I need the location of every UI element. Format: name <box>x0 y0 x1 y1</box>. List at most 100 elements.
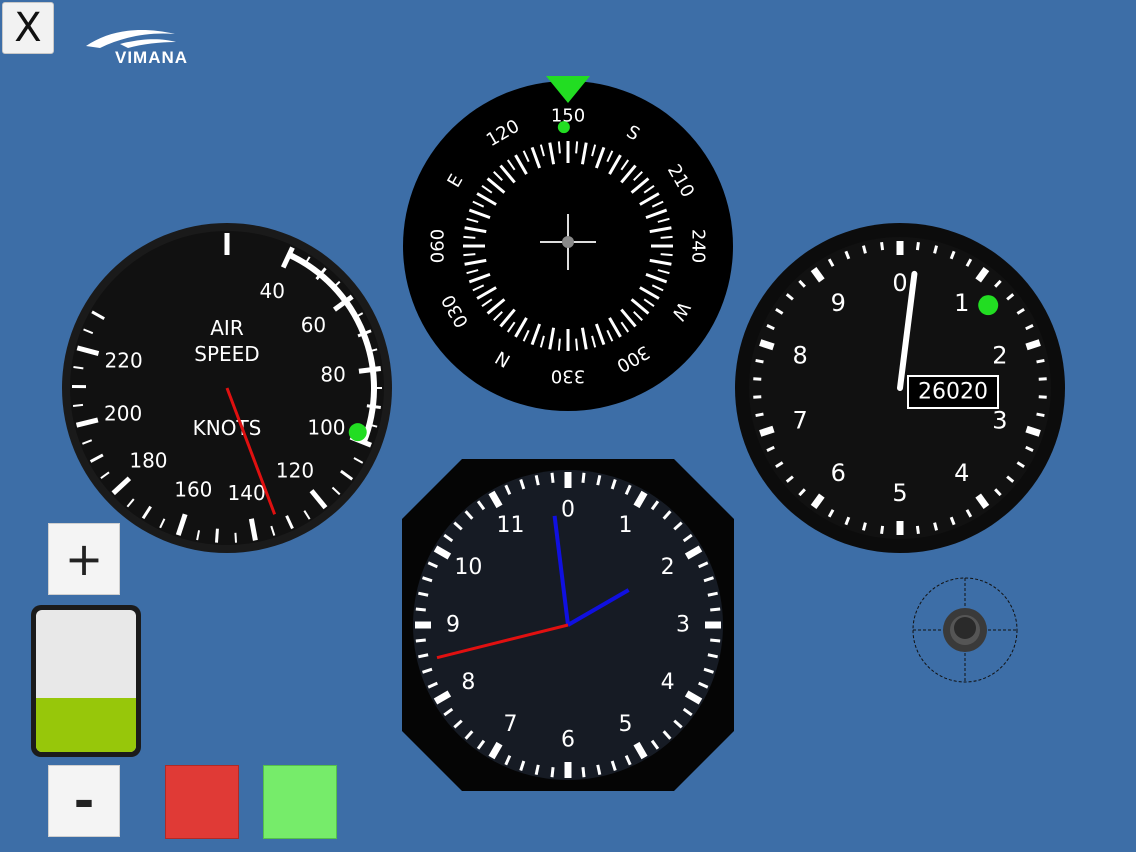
altimeter-label: 2 <box>992 342 1007 370</box>
heading-tick <box>660 253 673 257</box>
clock-tick <box>581 767 586 778</box>
airspeed-label: 60 <box>301 313 326 337</box>
altimeter-label: 9 <box>831 289 846 317</box>
clock-tick <box>418 591 429 597</box>
clock-tick <box>707 653 718 659</box>
altimeter-tick <box>915 525 920 535</box>
altimeter-readout: 26020 <box>918 380 988 405</box>
altimeter-tick <box>759 339 775 351</box>
throttle-track <box>36 610 136 752</box>
altimeter-label: 6 <box>831 459 846 487</box>
altimeter-gauge: 0 12 34 5 67 89 26020 <box>735 223 1065 553</box>
airspeed-label: 200 <box>104 402 142 426</box>
clock-tick <box>534 764 540 775</box>
clock-tick <box>550 472 555 483</box>
heading-tick <box>575 338 579 351</box>
heading-tick <box>463 253 476 257</box>
altimeter-label: 7 <box>792 406 807 434</box>
altimeter-label: 3 <box>992 406 1007 434</box>
airspeed-tick <box>358 366 382 374</box>
plus-icon: + <box>64 532 104 586</box>
heading-tick <box>557 338 561 351</box>
clock-label: 10 <box>454 555 482 580</box>
altimeter-tick <box>861 522 867 531</box>
clock-tick <box>710 607 721 612</box>
airspeed-tick <box>234 532 238 543</box>
clock-label: 6 <box>561 728 575 753</box>
red-button[interactable] <box>165 765 239 839</box>
airspeed-title-line2: SPEED <box>194 342 259 366</box>
altimeter-tick <box>933 522 939 531</box>
heading-tick <box>660 235 673 239</box>
heading-bug-dot <box>557 121 570 134</box>
clock-tick <box>418 653 429 659</box>
altimeter-tick <box>1036 412 1045 418</box>
altimeter-indicator-dot <box>978 295 999 316</box>
throttle-level <box>36 698 136 752</box>
heading-center <box>562 236 574 248</box>
airspeed-gauge: 40 60 80 100 120 140 160 180 200 220 AIRSPEED KNOTS <box>62 223 392 553</box>
altimeter-tick <box>861 245 867 254</box>
heading-indicator: 150S210240W300330N030060E120 <box>403 76 733 411</box>
altimeter-label: 8 <box>792 342 807 370</box>
heading-tick <box>575 141 579 154</box>
airspeed-label: 80 <box>320 363 345 387</box>
altimeter-label: 5 <box>892 479 907 507</box>
airspeed-unit: KNOTS <box>193 416 262 440</box>
airspeed-label: 40 <box>259 279 284 303</box>
airspeed-label: 120 <box>276 459 314 483</box>
joystick-icon[interactable] <box>910 575 1020 685</box>
clock-tick <box>596 475 602 486</box>
clock-label: 1 <box>619 513 633 538</box>
throttle-slider[interactable] <box>31 605 141 757</box>
altimeter-tick <box>1036 358 1045 364</box>
increase-throttle-button[interactable]: + <box>48 523 120 595</box>
altimeter-label: 4 <box>954 459 969 487</box>
clock-label: 3 <box>676 613 690 638</box>
clock-tick <box>707 591 718 597</box>
airspeed-tick <box>214 528 219 543</box>
altimeter-tick <box>880 525 885 535</box>
altimeter-tick <box>755 412 764 418</box>
airspeed-label: 180 <box>129 449 167 473</box>
green-button[interactable] <box>263 765 337 839</box>
clock-label: 4 <box>661 670 675 695</box>
airspeed-label: 160 <box>174 478 212 502</box>
altimeter-tick <box>1025 425 1041 437</box>
heading-tick <box>463 235 476 239</box>
altimeter-tick <box>1038 377 1047 381</box>
clock-tick <box>415 638 426 643</box>
clock-tick <box>415 607 426 612</box>
airspeed-tick <box>72 403 84 407</box>
clock-label: 8 <box>461 670 475 695</box>
clock-tick <box>710 638 721 643</box>
altimeter-tick <box>753 395 762 399</box>
altimeter-tick <box>880 241 885 251</box>
altimeter-label: 0 <box>892 269 907 297</box>
altimeter-tick <box>1038 395 1047 399</box>
clock-label: 5 <box>619 712 633 737</box>
heading-label: 330 <box>551 366 585 387</box>
clock-tick <box>534 475 540 486</box>
clock-label: 2 <box>661 555 675 580</box>
clock-tick <box>581 472 586 483</box>
altimeter-tick <box>933 245 939 254</box>
airspeed-label: 100 <box>307 416 345 440</box>
clock-label: 11 <box>497 513 525 538</box>
airspeed-label: 140 <box>228 481 266 505</box>
airspeed-indicator-dot <box>348 423 367 442</box>
altimeter-tick <box>755 358 764 364</box>
clock-gauge: 0 1 2 3 4 5 6 7 8 9 10 11 <box>402 459 734 791</box>
airspeed-title-line1: AIR <box>210 316 244 340</box>
clock-tick <box>596 764 602 775</box>
heading-label: 060 <box>428 229 449 263</box>
airspeed-tick <box>73 366 84 370</box>
clock-tick <box>550 767 555 778</box>
decrease-throttle-button[interactable]: - <box>48 765 120 837</box>
heading-tick <box>557 141 561 154</box>
airspeed-tick <box>366 404 381 409</box>
heading-label: 240 <box>688 229 709 263</box>
altimeter-tick <box>753 377 762 381</box>
altimeter-tick <box>1025 339 1041 351</box>
airspeed-label: 220 <box>105 348 143 372</box>
